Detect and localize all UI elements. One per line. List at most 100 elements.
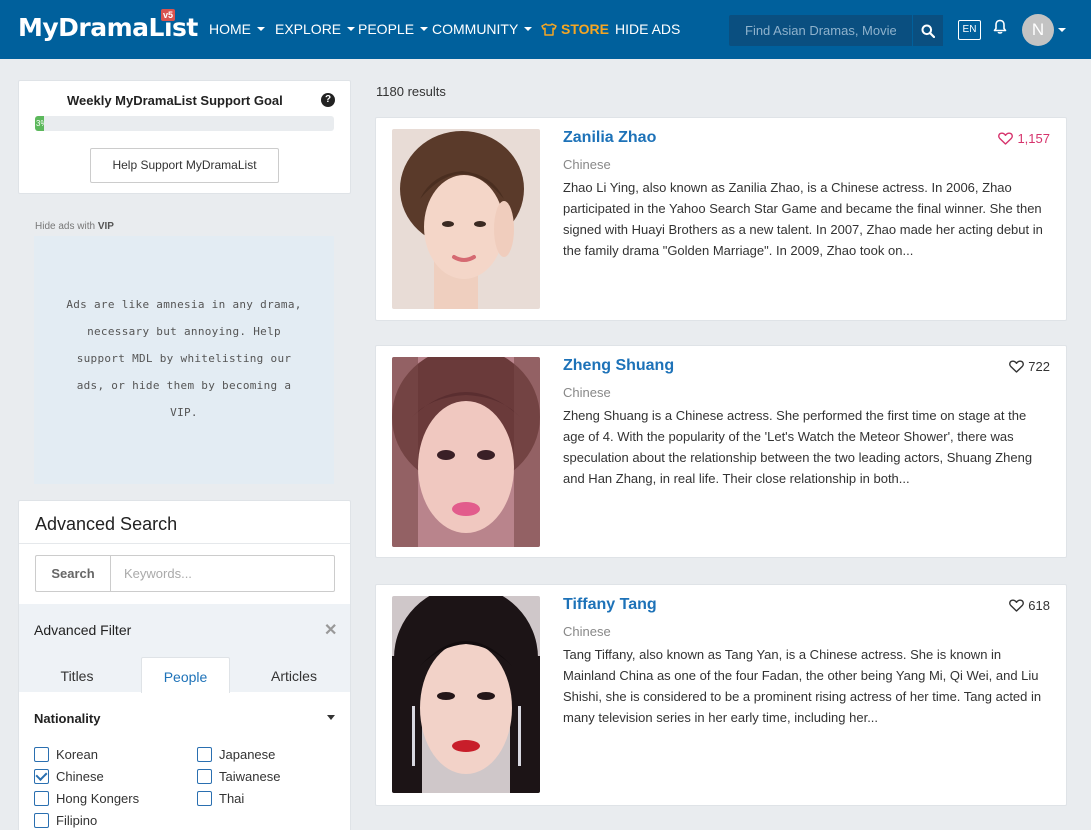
site-search-button[interactable] bbox=[912, 15, 943, 46]
advanced-filter-title: Advanced Filter bbox=[34, 622, 132, 638]
checkbox[interactable] bbox=[197, 747, 212, 762]
person-nationality: Chinese bbox=[563, 157, 611, 172]
language-selector[interactable]: EN bbox=[958, 20, 981, 40]
support-goal-title: Weekly MyDramaList Support Goal bbox=[67, 93, 283, 108]
support-progress-bar: 3% bbox=[35, 116, 334, 131]
nav-explore[interactable]: EXPLORE bbox=[275, 21, 356, 37]
person-photo[interactable] bbox=[392, 357, 540, 547]
chevron-down-icon bbox=[420, 27, 429, 31]
keywords-input[interactable] bbox=[110, 555, 335, 592]
search-icon bbox=[921, 24, 935, 38]
portrait-image bbox=[392, 596, 540, 793]
divider bbox=[19, 543, 350, 544]
likes-button[interactable]: 618 bbox=[1009, 598, 1050, 613]
help-icon[interactable]: ? bbox=[321, 93, 335, 107]
bell-icon bbox=[993, 19, 1007, 34]
search-button[interactable]: Search bbox=[35, 555, 110, 592]
nav-community-label: COMMUNITY bbox=[432, 21, 519, 37]
advanced-search-card: Advanced Search Search Advanced Filter ✕… bbox=[18, 500, 351, 830]
nationality-title: Nationality bbox=[34, 711, 101, 726]
support-progress-fill: 3% bbox=[35, 116, 44, 131]
nav-people-label: PEOPLE bbox=[358, 21, 415, 37]
ad-message: Ads are like amnesia in any drama, neces… bbox=[66, 298, 302, 419]
chevron-down-icon[interactable] bbox=[327, 715, 335, 720]
likes-button[interactable]: 722 bbox=[1009, 359, 1050, 374]
heart-icon bbox=[1009, 360, 1025, 373]
checkbox-label: Hong Kongers bbox=[56, 791, 140, 806]
checkbox[interactable] bbox=[34, 813, 49, 828]
checkbox-label: Taiwanese bbox=[219, 769, 281, 784]
hide-ads-link[interactable]: Hide ads with VIP bbox=[35, 221, 114, 232]
person-bio: Zheng Shuang is a Chinese actress. She p… bbox=[563, 408, 1033, 486]
heart-icon bbox=[1009, 599, 1025, 612]
chevron-down-icon bbox=[347, 27, 356, 31]
person-photo[interactable] bbox=[392, 596, 540, 793]
nav-explore-label: EXPLORE bbox=[275, 21, 342, 37]
nationality-hong-kongers[interactable]: Hong Kongers bbox=[34, 791, 139, 806]
likes-count: 1,157 bbox=[1017, 131, 1050, 146]
nav-store[interactable]: STORE bbox=[541, 21, 609, 37]
tshirt-icon bbox=[541, 22, 557, 36]
close-icon[interactable]: ✕ bbox=[324, 620, 337, 640]
person-photo[interactable] bbox=[392, 129, 540, 309]
person-nationality: Chinese bbox=[563, 624, 611, 639]
nationality-taiwanese[interactable]: Taiwanese bbox=[197, 769, 280, 784]
nationality-thai[interactable]: Thai bbox=[197, 791, 244, 806]
advanced-search-title: Advanced Search bbox=[35, 514, 178, 534]
site-search bbox=[729, 15, 912, 46]
checkbox[interactable] bbox=[34, 747, 49, 762]
checkbox-label: Japanese bbox=[219, 747, 276, 762]
ad-placeholder: Ads are like amnesia in any drama, neces… bbox=[34, 236, 334, 484]
person-nationality: Chinese bbox=[563, 385, 611, 400]
chevron-down-icon bbox=[257, 27, 265, 31]
checkbox-label: Thai bbox=[219, 791, 245, 806]
chevron-down-icon bbox=[524, 27, 533, 31]
likes-count: 722 bbox=[1028, 359, 1050, 374]
nav-people[interactable]: PEOPLE bbox=[358, 21, 429, 37]
person-bio: Zhao Li Ying, also known as Zanilia Zhao… bbox=[563, 180, 1043, 258]
notifications-button[interactable] bbox=[993, 19, 1007, 40]
top-navbar: MyDramaList v5 HOME EXPLORE PEOPLE COMMU… bbox=[0, 0, 1091, 59]
nationality-korean[interactable]: Korean bbox=[34, 747, 98, 762]
nav-store-label: STORE bbox=[561, 21, 609, 37]
person-name-link[interactable]: Zanilia Zhao bbox=[563, 129, 656, 147]
user-avatar[interactable]: N bbox=[1022, 14, 1054, 46]
person-name-link[interactable]: Zheng Shuang bbox=[563, 357, 674, 375]
likes-button[interactable]: 1,157 bbox=[998, 131, 1050, 146]
vip-label: VIP bbox=[97, 221, 114, 232]
nationality-japanese[interactable]: Japanese bbox=[197, 747, 275, 762]
nav-hide-ads[interactable]: HIDE ADS bbox=[615, 21, 680, 37]
nav-home-label: HOME bbox=[209, 21, 251, 37]
help-support-button[interactable]: Help Support MyDramaList bbox=[90, 148, 279, 183]
checkbox[interactable] bbox=[34, 791, 49, 806]
nav-community[interactable]: COMMUNITY bbox=[432, 21, 533, 37]
checkbox-label: Filipino bbox=[56, 813, 98, 828]
heart-icon bbox=[998, 132, 1014, 145]
likes-count: 618 bbox=[1028, 598, 1050, 613]
chevron-down-icon[interactable] bbox=[1058, 28, 1066, 32]
tab-titles[interactable]: Titles bbox=[34, 657, 120, 693]
checkbox-label: Korean bbox=[56, 747, 98, 762]
hide-ads-prefix: Hide ads with bbox=[35, 221, 96, 232]
tab-people[interactable]: People bbox=[141, 657, 230, 693]
person-name-link[interactable]: Tiffany Tang bbox=[563, 596, 657, 614]
results-count: 1180 results bbox=[376, 84, 446, 99]
advanced-filter-panel: Advanced Filter ✕ Titles People Articles bbox=[19, 604, 350, 693]
portrait-image bbox=[392, 357, 540, 547]
tab-articles[interactable]: Articles bbox=[251, 657, 337, 693]
result-card: Zanilia Zhao 1,157 Chinese Zhao Li Ying,… bbox=[375, 117, 1067, 321]
nav-home[interactable]: HOME bbox=[209, 21, 265, 37]
support-goal-card: Weekly MyDramaList Support Goal ? 3% Hel… bbox=[18, 80, 351, 194]
checkbox[interactable] bbox=[197, 769, 212, 784]
nationality-chinese[interactable]: Chinese bbox=[34, 769, 104, 784]
nationality-filipino[interactable]: Filipino bbox=[34, 813, 97, 828]
checkbox-label: Chinese bbox=[56, 769, 104, 784]
portrait-image bbox=[392, 129, 540, 309]
checkbox[interactable] bbox=[197, 791, 212, 806]
person-bio: Tang Tiffany, also known as Tang Yan, is… bbox=[563, 647, 1042, 725]
nav-hide-ads-label: HIDE ADS bbox=[615, 21, 681, 37]
version-badge: v5 bbox=[161, 9, 176, 21]
site-search-input[interactable] bbox=[729, 15, 912, 46]
checkbox-checked[interactable] bbox=[34, 769, 49, 784]
result-card: Zheng Shuang 722 Chinese Zheng Shuang is… bbox=[375, 345, 1067, 558]
